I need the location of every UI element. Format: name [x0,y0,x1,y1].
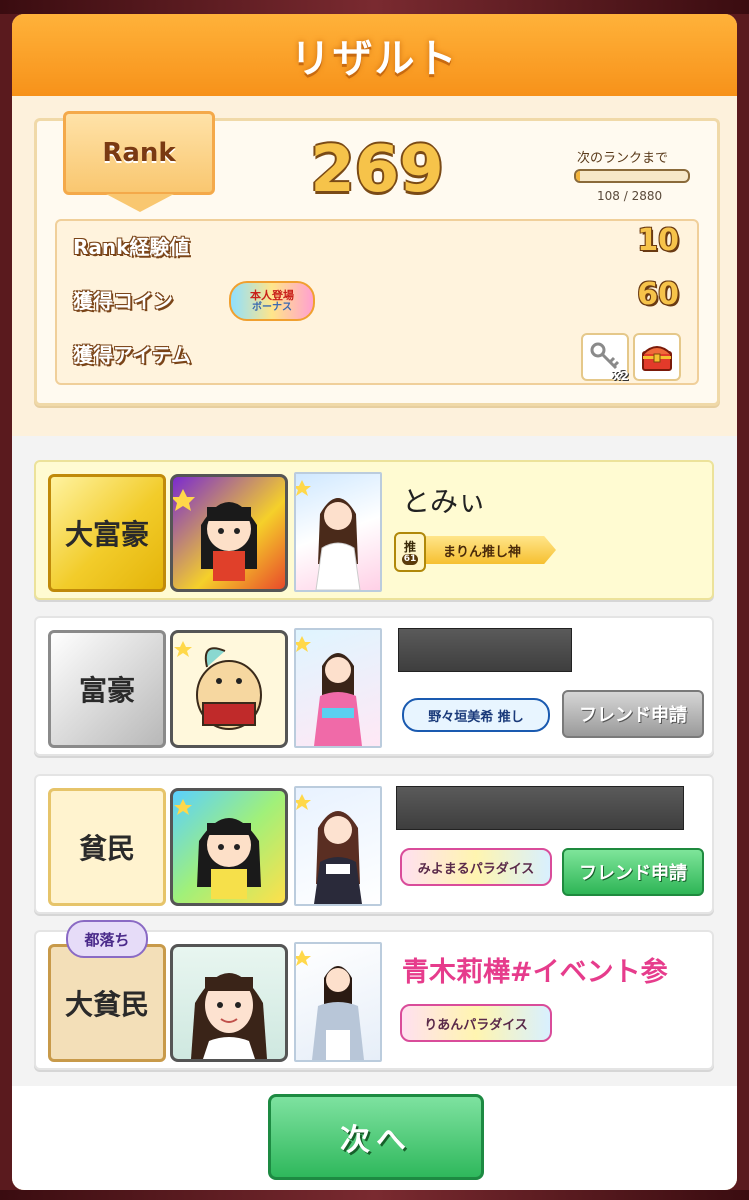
friend-request-button[interactable]: フレンド申請 [562,690,704,738]
chibi-avatar-icon [174,799,261,899]
rewards-box: Rank経験値 10 獲得コイン 本人登場 ボーナス 60 獲得アイテム x2 [55,219,699,385]
oshi-label-pill: りあんパラダイス [400,1004,552,1042]
rank-label: Rank [102,138,176,168]
member-portrait-icon [191,973,267,1059]
exp-value: 10 [637,223,679,258]
player-name: とみぃ [402,485,487,518]
footer: 次へ [12,1086,737,1190]
redacted-name-block [396,786,684,830]
player-avatar[interactable] [170,944,288,1062]
demoted-tag: 都落ち [66,920,148,958]
friend-request-button[interactable]: フレンド申請 [562,848,704,896]
member-photo-icon [296,794,362,904]
item-slot-key[interactable]: x2 [581,333,629,383]
chibi-avatar-icon [173,489,257,581]
oshi-label-pill: 野々垣美希 推し [402,698,550,732]
player-avatar[interactable] [170,630,288,748]
coin-value: 60 [637,277,679,312]
rank-badge: Rank [63,111,215,212]
member-photo-icon [296,636,362,746]
result-dialog: リザルト Rank 269 次のランクまで 108 / 2880 Rank経験値… [12,14,737,1190]
oshi-level-badge: 推 61 [394,532,426,572]
player-title-badge: 大富豪 [48,474,166,592]
member-card[interactable] [294,786,382,906]
player-title-badge: 貧民 [48,788,166,906]
member-card[interactable] [294,942,382,1062]
next-rank-label: 次のランクまで [577,151,669,166]
background-strip-bottom [0,1190,749,1200]
item-slot-chest[interactable] [633,333,681,381]
bonus-line2: ボーナス [252,301,292,313]
member-photo-icon [296,950,364,1060]
oshi-title-ribbon: まりん推し神 [408,536,556,564]
rank-summary-card: Rank 269 次のランクまで 108 / 2880 Rank経験値 10 獲… [34,111,720,406]
member-photo-icon [296,480,361,590]
member-card[interactable] [294,628,382,748]
background-strip-top [0,0,749,14]
player-title-badge: 富豪 [48,630,166,748]
player-row-4: 大貧民 都落ち 青木莉樺#イベント参 りあんパラダイス [34,920,714,1070]
next-button[interactable]: 次へ [268,1094,484,1180]
oshi-level: 61 [401,553,419,565]
player-avatar[interactable] [170,474,288,592]
rank-progress-text: 108 / 2880 [597,189,663,203]
player-row-2: 富豪 野々垣美希 推し フレンド申請 [34,616,714,756]
treasure-chest-icon [642,346,672,371]
dialog-title: リザルト [290,36,459,82]
player-title-badge: 大貧民 [48,944,166,1062]
member-card[interactable] [294,472,382,592]
rank-number: 269 [310,133,444,207]
exp-label: Rank経験値 [73,235,190,259]
title-bar: リザルト [12,14,737,96]
oshi-mark: 推 [403,539,416,554]
item-count: x2 [612,369,629,383]
player-list: 大富豪 とみぃ まりん推し神 推 61 富豪 野々垣美希 推し フレンド申請 貧… [12,436,737,1086]
rank-progress-bar [574,169,690,183]
player-name: 青木莉樺#イベント参 [402,957,668,988]
dragon-avatar-icon [174,641,262,730]
item-label: 獲得アイテム [73,343,191,367]
bonus-line1: 本人登場 [250,288,294,302]
player-avatar[interactable] [170,788,288,906]
bonus-badge: 本人登場 ボーナス [229,281,315,321]
coin-label: 獲得コイン [73,289,173,313]
summary-area: Rank 269 次のランクまで 108 / 2880 Rank経験値 10 獲… [12,96,737,436]
redacted-name-block [398,628,572,672]
oshi-label-pill: みよまるパラダイス [400,848,552,886]
rank-progress-fill [576,171,581,181]
player-row-3: 貧民 みよまるパラダイス フレンド申請 [34,774,714,914]
player-row-1: 大富豪 とみぃ まりん推し神 推 61 [34,460,714,600]
